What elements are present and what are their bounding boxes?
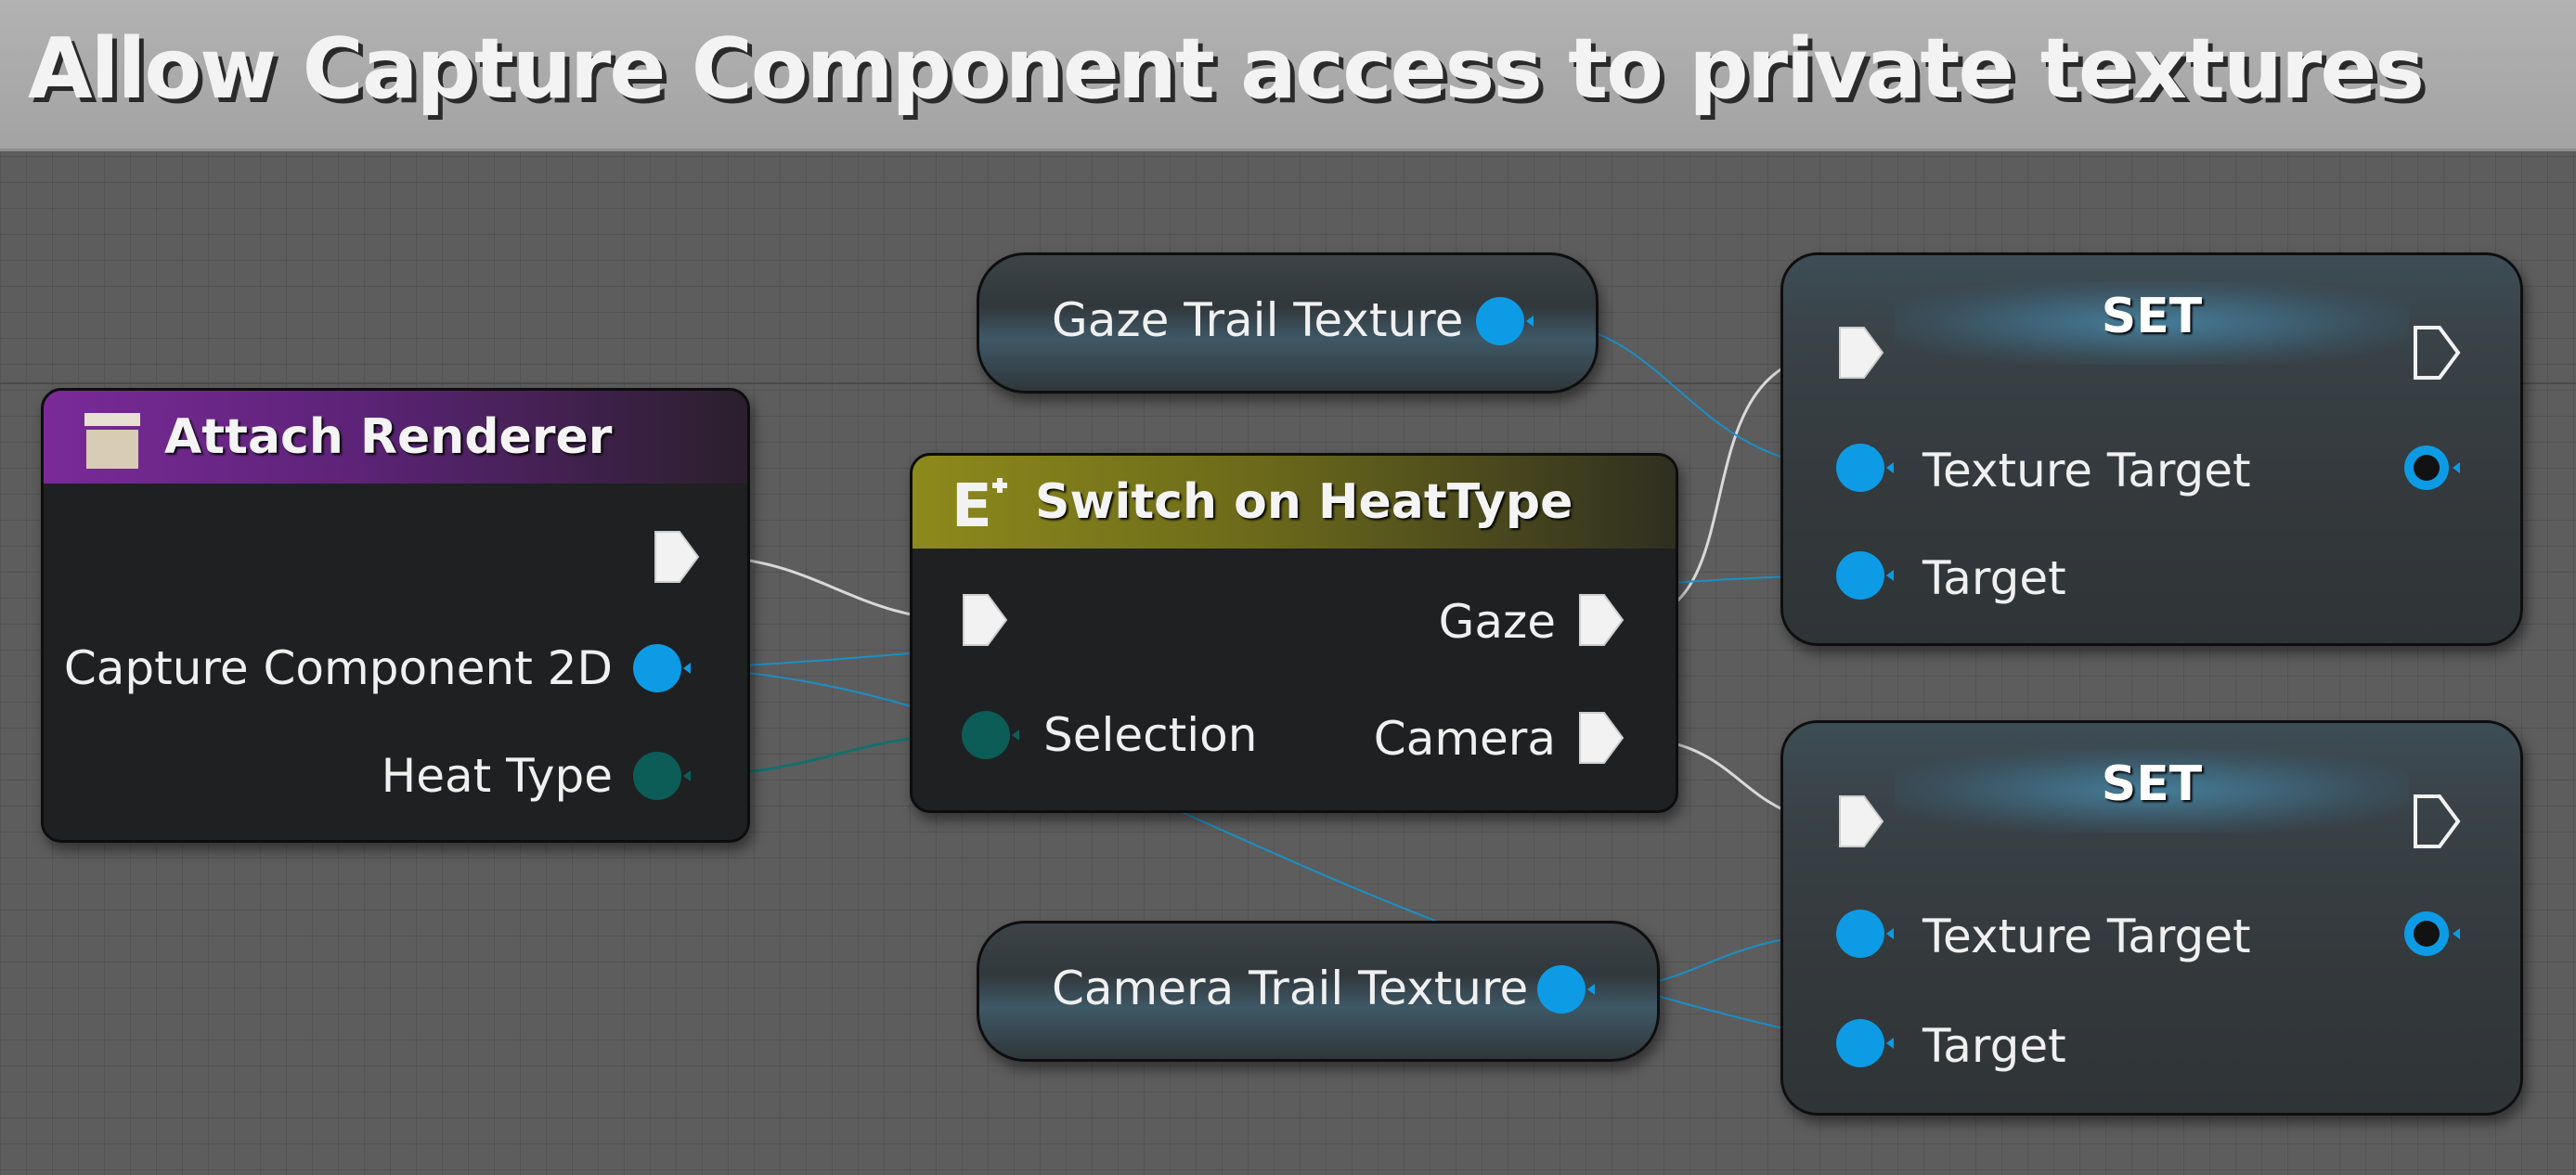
svg-text:E: E [951, 472, 992, 536]
switch-enum-icon: E [948, 471, 1018, 541]
set2-texture-target-in-pin[interactable] [1834, 908, 1901, 960]
texture-target-label: Texture Target [1922, 444, 2251, 497]
camera-label: Camera [1373, 712, 1556, 766]
gaze-exec-out-pin[interactable] [1574, 589, 1628, 651]
attach-renderer-header[interactable]: Attach Renderer [44, 391, 747, 484]
set2-texture-target-out-pin[interactable] [2401, 908, 2467, 960]
set1-exec-out-pin[interactable] [2410, 322, 2464, 383]
capture-component-pin[interactable] [631, 642, 698, 694]
target-label: Target [1922, 1019, 2066, 1073]
heat-type-label: Heat Type [381, 749, 613, 803]
attach-renderer-title: Attach Renderer [164, 409, 613, 465]
attach-renderer-exec-out-pin[interactable] [650, 526, 704, 588]
set1-texture-target-out-pin[interactable] [2401, 442, 2467, 494]
set2-target-in-pin[interactable] [1834, 1017, 1901, 1069]
switch-header[interactable]: E Switch on HeatType [913, 456, 1676, 549]
set2-exec-in-pin[interactable] [1834, 791, 1888, 852]
selection-label: Selection [1043, 708, 1258, 762]
set2-exec-out-pin[interactable] [2410, 791, 2464, 852]
switch-exec-in-pin[interactable] [958, 589, 1012, 651]
heat-type-pin[interactable] [631, 750, 698, 802]
function-icon [83, 411, 142, 471]
set1-target-in-pin[interactable] [1834, 549, 1901, 601]
set1-texture-target-in-pin[interactable] [1834, 442, 1901, 494]
gaze-label: Gaze [1438, 595, 1556, 649]
camera-trail-texture-pin[interactable] [1535, 963, 1602, 1015]
camera-exec-out-pin[interactable] [1574, 707, 1628, 768]
gaze-trail-texture-label: Gaze Trail Texture [1052, 293, 1464, 347]
target-label: Target [1922, 551, 2066, 605]
gaze-trail-texture-pin[interactable] [1474, 295, 1541, 347]
switch-title: Switch on HeatType [1035, 474, 1573, 530]
set1-exec-in-pin[interactable] [1834, 322, 1888, 383]
selection-pin[interactable] [960, 709, 1027, 761]
capture-component-label: Capture Component 2D [63, 641, 613, 695]
texture-target-label: Texture Target [1922, 910, 2251, 963]
camera-trail-texture-label: Camera Trail Texture [1052, 962, 1529, 1015]
